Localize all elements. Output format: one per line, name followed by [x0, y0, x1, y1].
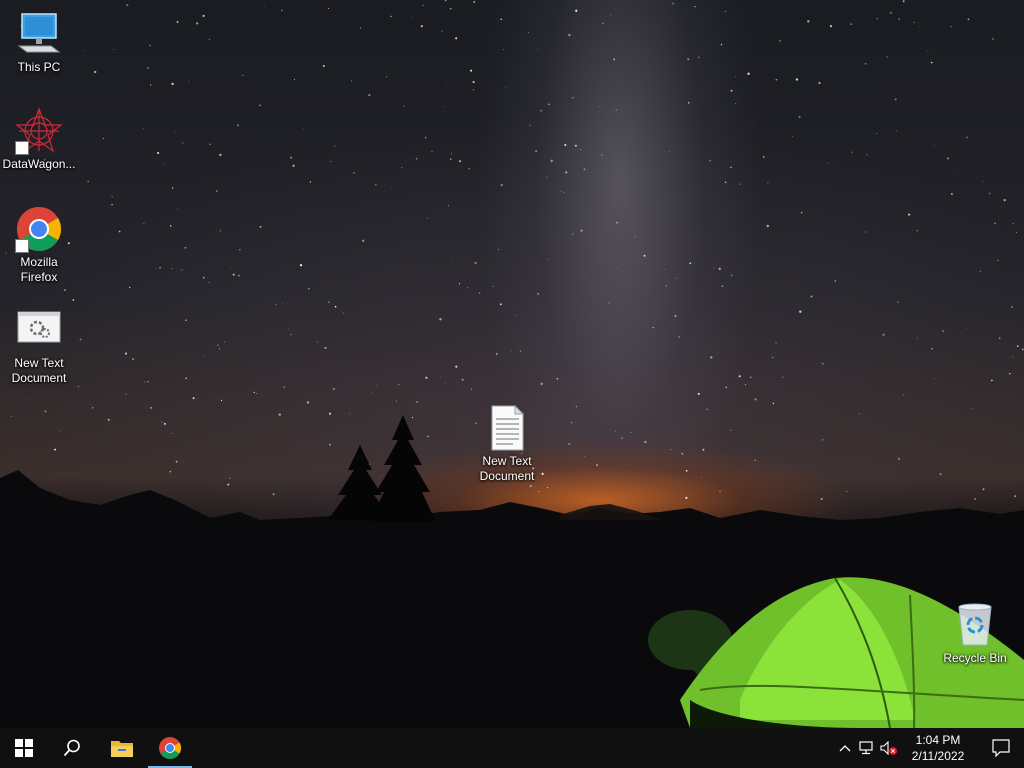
chrome-icon — [159, 737, 181, 759]
desktop-icon-this-pc[interactable]: This PC — [1, 10, 77, 75]
desktop-icon-label: DataWagon... — [2, 157, 76, 171]
chevron-up-icon — [839, 745, 851, 752]
desktop[interactable]: This PC DataWagon... Mozilla Firefox New… — [0, 0, 1024, 768]
system-tray: 1:04 PM 2/11/2022 — [834, 728, 1024, 768]
action-center-button[interactable] — [978, 728, 1024, 768]
shortcut-arrow-icon — [15, 239, 29, 253]
far-mountain — [560, 504, 660, 520]
datawagon-icon — [15, 107, 63, 155]
computer-icon — [15, 10, 63, 58]
pine-trees — [328, 415, 436, 522]
desktop-icon-recycle-bin[interactable]: Recycle Bin — [937, 601, 1013, 666]
desktop-icon-mozilla-firefox[interactable]: Mozilla Firefox — [1, 205, 77, 285]
clock-time: 1:04 PM — [915, 733, 961, 747]
desktop-icon-new-text-document-2[interactable]: New Text Document — [469, 404, 545, 484]
network-icon — [859, 741, 873, 755]
desktop-icon-label: New Text Document — [11, 356, 67, 385]
search-button[interactable] — [48, 728, 96, 768]
start-button[interactable] — [0, 728, 48, 768]
network-button[interactable] — [856, 728, 878, 768]
settings-document-icon — [15, 306, 63, 354]
chrome-icon — [15, 205, 63, 253]
windows-start-icon — [15, 739, 33, 757]
volume-button[interactable] — [878, 728, 900, 768]
text-document-icon — [483, 404, 531, 452]
taskbar-file-explorer[interactable] — [98, 728, 146, 768]
desktop-icon-label: This PC — [17, 60, 61, 74]
desktop-icon-datawagon[interactable]: DataWagon... — [1, 107, 77, 172]
desktop-icon-label: Recycle Bin — [943, 651, 1007, 665]
taskbar-google-chrome[interactable] — [146, 728, 194, 768]
wallpaper-landscape — [0, 415, 1024, 768]
taskbar: 1:04 PM 2/11/2022 — [0, 728, 1024, 768]
clock[interactable]: 1:04 PM 2/11/2022 — [906, 728, 970, 768]
desktop-icon-label: New Text Document — [479, 454, 535, 483]
search-icon — [63, 739, 80, 757]
folder-icon — [111, 741, 133, 757]
action-center-icon — [992, 739, 1010, 757]
desktop-icon-new-text-document-1[interactable]: New Text Document — [1, 306, 77, 386]
desktop-icon-label: Mozilla Firefox — [20, 255, 58, 284]
recycle-bin-icon — [951, 601, 999, 649]
volume-muted-icon — [880, 741, 897, 755]
show-hidden-icons-button[interactable] — [834, 728, 856, 768]
clock-date: 2/11/2022 — [911, 749, 965, 763]
shortcut-arrow-icon — [15, 141, 29, 155]
